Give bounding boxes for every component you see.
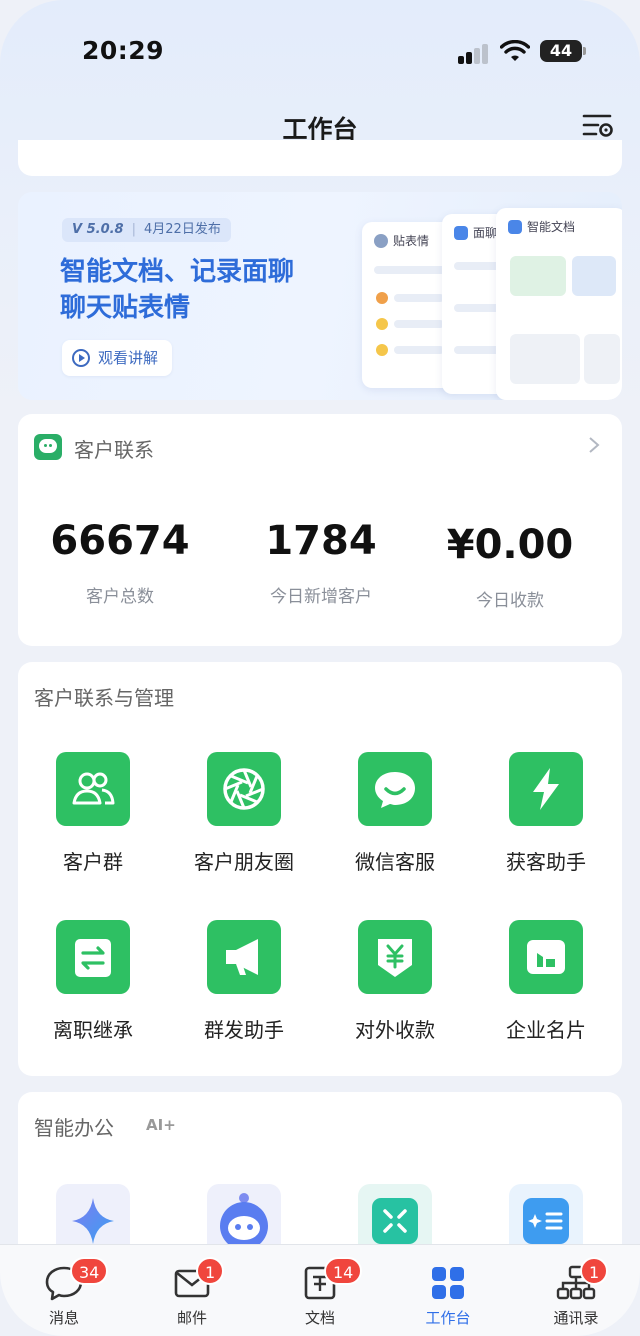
stat-label: 今日新增客户 <box>270 587 372 607</box>
chevron-right-icon[interactable] <box>588 436 600 454</box>
app-label: 客户朋友圈 <box>194 850 294 874</box>
ai-office-title: 智能办公 <box>34 1116 114 1140</box>
tab-badge: 34 <box>70 1257 109 1285</box>
lightning-icon <box>509 752 583 826</box>
app-label: 企业名片 <box>506 1018 586 1042</box>
wechat-icon <box>34 434 62 460</box>
app-label: 微信客服 <box>355 850 435 874</box>
version-tag: V 5.0.8 | 4月22日发布 <box>62 218 231 242</box>
tab-bar: 34 消息 1 邮件 14 文档 工作台 1 通讯录 <box>0 1244 640 1336</box>
tab-messages[interactable]: 34 消息 <box>0 1245 128 1336</box>
business-card-icon <box>509 920 583 994</box>
workbench-settings-icon[interactable] <box>582 112 614 140</box>
tab-badge: 1 <box>580 1257 609 1285</box>
section-title: 客户联系与管理 <box>34 686 174 710</box>
play-icon <box>72 349 90 367</box>
status-time: 20:29 <box>82 36 165 65</box>
app-mass-send[interactable]: 群发助手 <box>169 920 319 1043</box>
stat-payments-today[interactable]: ¥0.00 今日收款 <box>410 518 610 611</box>
app-business-card[interactable]: 企业名片 <box>471 920 621 1043</box>
transfer-arrows-icon <box>56 920 130 994</box>
release-date: 4月22日发布 <box>144 222 221 237</box>
app-resign-inherit[interactable]: 离职继承 <box>18 920 168 1043</box>
cellular-signal-icon <box>458 42 492 64</box>
customer-group-icon <box>56 752 130 826</box>
stat-label: 今日收款 <box>476 591 544 611</box>
app-label: 对外收款 <box>355 1018 435 1042</box>
banner-title: 智能文档、记录面聊 聊天贴表情 <box>60 254 350 326</box>
grid-apps-icon <box>432 1267 464 1299</box>
stat-value: 66674 <box>50 518 190 564</box>
screen: 20:29 44 工作台 V 5.0.8 | 4月22日发布 智能文档、记录面聊… <box>0 0 640 1336</box>
tab-badge: 14 <box>324 1257 363 1285</box>
app-customer-moments[interactable]: 客户朋友圈 <box>169 752 319 875</box>
tab-label: 通讯录 <box>553 1309 599 1327</box>
tab-label: 文档 <box>304 1309 335 1327</box>
tab-docs[interactable]: 14 文档 <box>256 1245 384 1336</box>
app-acquisition-assistant[interactable]: 获客助手 <box>471 752 621 875</box>
chat-smile-icon <box>358 752 432 826</box>
tab-label: 消息 <box>48 1309 79 1327</box>
stat-value: ¥0.00 <box>446 522 574 568</box>
ai-plus-badge: AI+ <box>146 1116 176 1134</box>
watch-explanation-label: 观看讲解 <box>98 349 159 367</box>
tab-label: 工作台 <box>425 1309 471 1327</box>
status-bar: 20:29 44 <box>0 30 640 74</box>
mock-smart-doc-title: 智能文档 <box>527 220 576 234</box>
battery-icon: 44 <box>540 40 586 62</box>
megaphone-icon <box>207 920 281 994</box>
app-label: 群发助手 <box>204 1018 284 1042</box>
stat-total-customers[interactable]: 66674 客户总数 <box>20 514 220 607</box>
app-external-payment[interactable]: 对外收款 <box>320 920 470 1043</box>
version-number: V 5.0.8 <box>72 222 124 237</box>
tab-badge: 1 <box>196 1257 225 1285</box>
stat-value: 1784 <box>265 518 377 564</box>
customer-management-card: 客户联系与管理 客户群 客户朋友圈 微信客服 获客助手 离职继承 群发助手 对外… <box>18 662 622 1076</box>
mock-sticker-title: 贴表情 <box>393 234 430 248</box>
banner-title-line1: 智能文档、记录面聊 <box>60 257 295 287</box>
app-label: 获客助手 <box>506 850 586 874</box>
app-wechat-service[interactable]: 微信客服 <box>320 752 470 875</box>
previous-card-edge <box>18 140 622 176</box>
app-label: 客户群 <box>63 850 123 874</box>
yuan-shield-icon <box>358 920 432 994</box>
stat-label: 客户总数 <box>86 587 154 607</box>
customer-contact-card[interactable]: 客户联系 66674 客户总数 1784 今日新增客户 ¥0.00 今日收款 <box>18 414 622 646</box>
tab-mail[interactable]: 1 邮件 <box>128 1245 256 1336</box>
mock-meeting-title: 面聊 <box>473 226 498 240</box>
customer-contact-title: 客户联系 <box>74 438 154 462</box>
tab-contacts[interactable]: 1 通讯录 <box>512 1245 640 1336</box>
watch-explanation-button[interactable]: 观看讲解 <box>62 340 173 376</box>
app-customer-group[interactable]: 客户群 <box>18 752 168 875</box>
mock-smart-doc-screen: 智能文档 <box>496 208 622 400</box>
banner-title-line2: 聊天贴表情 <box>60 293 191 323</box>
tab-workbench[interactable]: 工作台 <box>384 1245 512 1336</box>
wifi-icon <box>500 40 530 61</box>
app-label: 离职继承 <box>53 1018 133 1042</box>
stat-new-customers-today[interactable]: 1784 今日新增客户 <box>221 514 421 607</box>
moments-aperture-icon <box>207 752 281 826</box>
feature-banner[interactable]: V 5.0.8 | 4月22日发布 智能文档、记录面聊 聊天贴表情 观看讲解 贴表情… <box>18 192 622 400</box>
tab-label: 邮件 <box>176 1309 207 1327</box>
